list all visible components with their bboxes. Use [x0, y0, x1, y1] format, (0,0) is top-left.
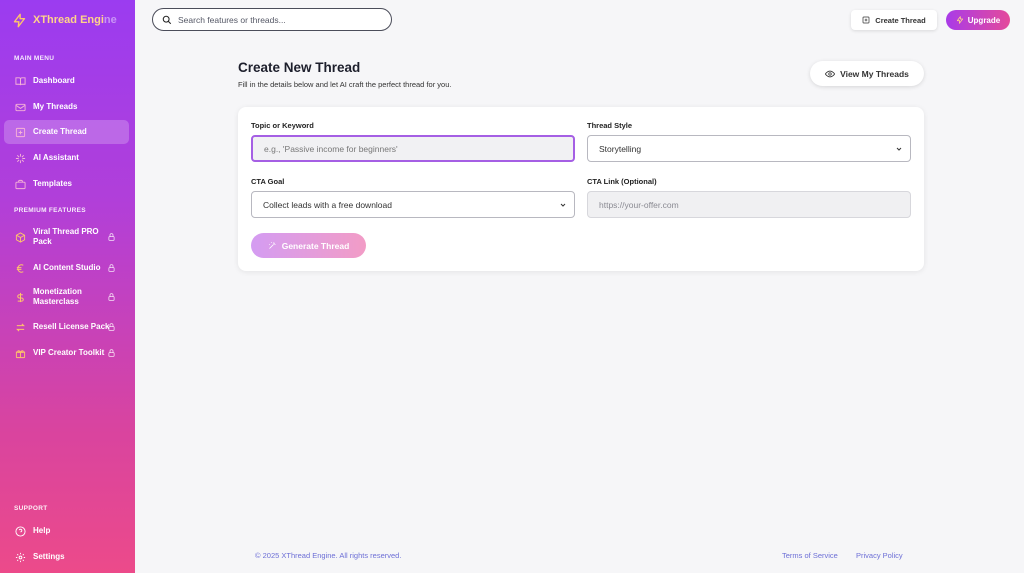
swap-arrows-icon — [15, 322, 26, 333]
help-circle-icon — [15, 525, 26, 537]
sidebar-item-resell-license-pack[interactable]: Resell License Pack — [4, 318, 129, 336]
lock-icon — [107, 323, 116, 332]
search-input[interactable] — [178, 14, 378, 25]
plus-square-icon — [862, 16, 870, 24]
page-subtitle: Fill in the details below and let AI cra… — [238, 80, 452, 89]
topic-label: Topic or Keyword — [251, 121, 314, 130]
footer-copyright: © 2025 XThread Engine. All rights reserv… — [255, 551, 402, 560]
lightning-bolt-icon — [956, 16, 963, 24]
sidebar-item-monetization-masterclass[interactable]: Monetization Masterclass — [4, 286, 129, 308]
lock-icon — [107, 264, 116, 273]
briefcase-icon — [15, 179, 26, 190]
lightning-bolt-icon — [13, 13, 26, 27]
cta-goal-select[interactable]: Collect leads with a free download — [251, 191, 575, 218]
create-thread-button[interactable]: Create Thread — [851, 10, 937, 30]
terms-of-service-link[interactable]: Terms of Service — [782, 551, 838, 560]
sidebar-item-ai-assistant[interactable]: AI Assistant — [4, 149, 129, 167]
cta-goal-label: CTA Goal — [251, 177, 285, 186]
eye-icon — [825, 70, 836, 77]
sparkle-icon — [15, 153, 26, 164]
search-icon — [162, 15, 172, 24]
view-my-threads-button[interactable]: View My Threads — [810, 61, 924, 86]
sidebar-item-viral-thread-pro-pack[interactable]: Viral Thread PRO Pack — [4, 226, 129, 248]
upgrade-button[interactable]: Upgrade — [946, 10, 1010, 30]
thread-style-label: Thread Style — [587, 121, 633, 130]
sidebar: XThread Engine MAIN MENU Dashboard My Th… — [0, 0, 135, 573]
magic-wand-icon — [268, 242, 276, 249]
page-title: Create New Thread — [238, 60, 361, 75]
sidebar-item-help[interactable]: Help — [4, 522, 129, 540]
mail-icon — [15, 102, 26, 113]
sidebar-item-vip-creator-toolkit[interactable]: VIP Creator Toolkit — [4, 344, 129, 362]
book-open-icon — [15, 76, 26, 87]
lock-icon — [107, 349, 116, 358]
chevron-down-icon — [896, 147, 902, 151]
topic-input[interactable]: e.g., 'Passive income for beginners' — [251, 135, 575, 162]
search-bar[interactable] — [152, 8, 392, 31]
main-menu-label: MAIN MENU — [14, 55, 55, 62]
euro-icon — [15, 263, 26, 274]
premium-features-label: PREMIUM FEATURES — [14, 207, 86, 214]
brand-name: XThread Engine — [33, 14, 117, 26]
plus-square-icon — [15, 127, 26, 138]
lock-icon — [107, 293, 116, 302]
sidebar-item-settings[interactable]: Settings — [4, 548, 129, 566]
sidebar-item-ai-content-studio[interactable]: AI Content Studio — [4, 259, 129, 277]
dollar-icon — [15, 292, 26, 303]
gear-icon — [15, 552, 26, 563]
sidebar-item-dashboard[interactable]: Dashboard — [4, 72, 129, 90]
chevron-down-icon — [560, 203, 566, 207]
cta-link-label: CTA Link (Optional) — [587, 177, 657, 186]
create-thread-form: Topic or Keyword e.g., 'Passive income f… — [238, 107, 924, 271]
support-label: SUPPORT — [14, 505, 48, 512]
box-icon — [15, 231, 26, 243]
gift-icon — [15, 348, 26, 359]
sidebar-item-templates[interactable]: Templates — [4, 175, 129, 193]
privacy-policy-link[interactable]: Privacy Policy — [856, 551, 903, 560]
thread-style-select[interactable]: Storytelling — [587, 135, 911, 162]
lock-icon — [107, 233, 116, 242]
sidebar-item-create-thread[interactable]: Create Thread — [4, 120, 129, 144]
generate-thread-button[interactable]: Generate Thread — [251, 233, 366, 258]
brand-logo[interactable]: XThread Engine — [12, 10, 117, 30]
sidebar-item-my-threads[interactable]: My Threads — [4, 98, 129, 116]
cta-link-input[interactable]: https://your-offer.com — [587, 191, 911, 218]
